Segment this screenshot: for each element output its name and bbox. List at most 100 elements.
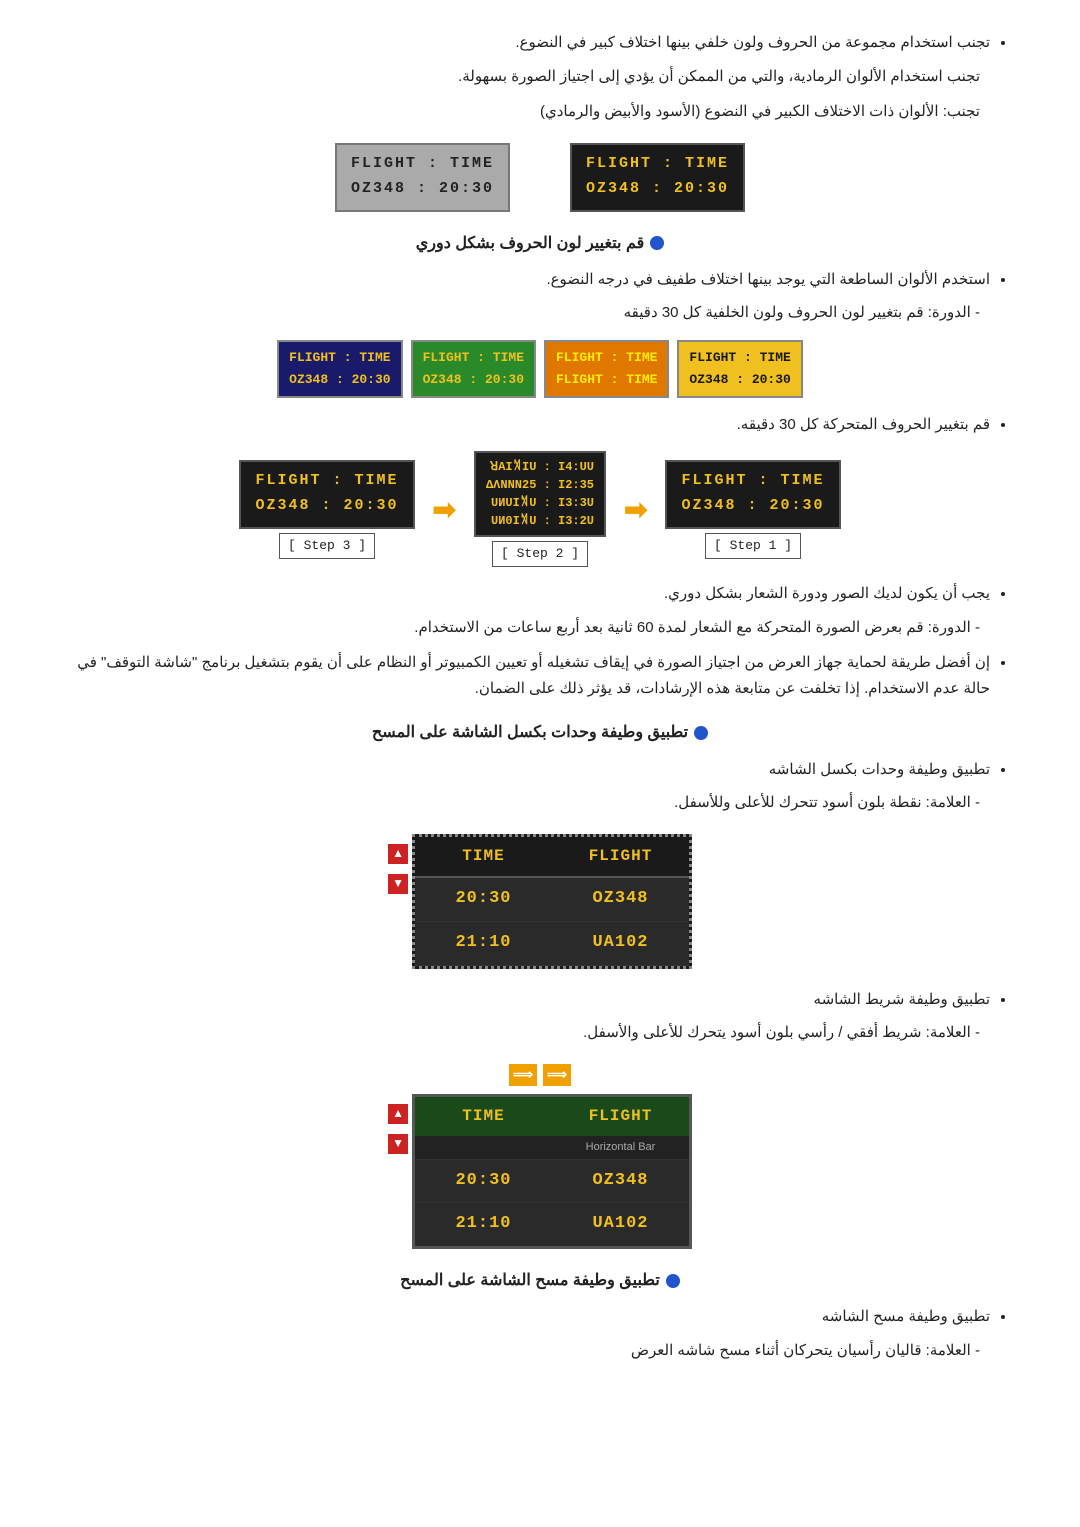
section1-dot [650,236,664,250]
section2-title: تطبيق وطيفة وحدات بكسل الشاشة على المسح [372,719,688,746]
section4-indent: - العلامة: قاليان رأسيان يتحركان أثناء م… [60,1338,1020,1364]
scroll2-down-arrow: ▼ [388,1134,408,1154]
blue-box-r2: OZ348 : 20:30 [289,369,390,391]
section1-bullet3-list: إن أفضل طريقة لحماية جهاز العرض من اجتيا… [60,650,1020,701]
screen2-table-with-scroll: FLIGHT TIME Horizontal Bar OZ348 20:30 U… [388,1094,692,1250]
section1-bullet2: قم بتغيير الحروف المتحركة كل 30 دقيقه. [60,412,990,438]
step1-arrow: ➡ [624,486,647,534]
screen2-demo: ⟹ ⟹ FLIGHT TIME Horizontal Bar OZ348 20:… [60,1064,1020,1250]
hbar-arrows: ⟹ ⟹ [388,1064,692,1086]
step1-box: FLIGHT : TIME OZ348 : 20:30 [665,460,840,529]
section4-dot [666,1274,680,1288]
step2-scrambled-box: ꓤAI꓁IU : I4:UU ΔΛNNN25 : I2:35 UИUI꓁U : … [474,451,606,537]
section1-indent2: - الدورة: قم بعرض الصورة المتحركة مع الش… [60,615,1020,641]
orange-box-r2: FLIGHT : TIME [556,369,657,391]
screen2-col2-header: TIME [415,1097,552,1136]
dark-flight-box: FLIGHT : TIME OZ348 : 20:30 [570,143,745,212]
screen2-col1-header: FLIGHT [552,1097,689,1136]
hbar-arrow-left: ⟹ [543,1064,571,1086]
screen2-r1-c1: OZ348 [552,1159,689,1203]
screen1-col1-header: FLIGHT [552,837,689,876]
screen2-table: FLIGHT TIME Horizontal Bar OZ348 20:30 U… [412,1094,692,1250]
screen1-r1-c2: 20:30 [415,878,552,921]
section1-bullet-1: استخدم الألوان الساطعة التي يوجد بينها ا… [60,267,990,293]
section2-dot [694,726,708,740]
screen1-scrollbar: ▲ ▼ [388,834,408,894]
light-box-row2: OZ348 : 20:30 [351,176,494,202]
orange-box: FLIGHT : TIME FLIGHT : TIME [544,340,669,398]
step1-row1: FLIGHT : TIME [681,468,824,494]
screen1-r2-c2: 21:10 [415,922,552,965]
step3-row2: OZ348 : 20:30 [255,493,398,519]
yellow-box-r2: OZ348 : 20:30 [689,369,790,391]
step3-row1: FLIGHT : TIME [255,468,398,494]
section4-heading: تطبيق وطيفة مسح الشاشة على المسح [60,1267,1020,1294]
section4-bullet-list: تطبيق وطيفة مسح الشاشه [60,1304,1020,1330]
scrambled-r2: ΔΛNNN25 : I2:35 [486,476,594,494]
comparison-boxes: FLIGHT : TIME OZ348 : 20:30 FLIGHT : TIM… [60,143,1020,212]
section1-bullet3: إن أفضل طريقة لحماية جهاز العرض من اجتيا… [60,650,990,701]
yellow-box: FLIGHT : TIME OZ348 : 20:30 [677,340,802,398]
hbar-arrow-right: ⟹ [509,1064,537,1086]
light-box-row1: FLIGHT : TIME [351,151,494,177]
step2-block: ꓤAI꓁IU : I4:UU ΔΛNNN25 : I2:35 UИUI꓁U : … [474,451,606,567]
section1-indent: - الدورة: قم بتغيير لون الحروف ولون الخل… [60,300,1020,326]
section2-heading: تطبيق وطيفة وحدات بكسل الشاشة على المسح [60,719,1020,746]
hbar-label-row: Horizontal Bar [415,1136,689,1159]
green-box-r2: OZ348 : 20:30 [423,369,524,391]
section1-bullet-img: يجب أن يكون لديك الصور ودورة الشعار بشكل… [60,581,990,607]
scrambled-r1: ꓤAI꓁IU : I4:UU [486,458,594,476]
section2-bullet-list: تطبيق وطيفة وحدات بكسل الشاشه [60,757,1020,783]
screen2-row1: OZ348 20:30 [415,1159,689,1203]
scroll-down-arrow: ▼ [388,874,408,894]
indent-1: تجنب استخدام الألوان الرمادية، والتي من … [60,64,1020,90]
scrambled-r4: UИ0I꓁U : I3:2U [486,512,594,530]
screen2-scrollbar: ▲ ▼ [388,1094,408,1154]
step2-label: [ Step 2 ] [492,541,588,567]
four-color-boxes: FLIGHT : TIME OZ348 : 20:30 FLIGHT : TIM… [60,340,1020,398]
screen2-r2-c1: UA102 [552,1202,689,1246]
hbar-label-text: Horizontal Bar [552,1136,689,1159]
section4-title: تطبيق وطيفة مسح الشاشة على المسح [400,1267,660,1294]
scroll-up-arrow: ▲ [388,844,408,864]
screen2-row2: UA102 21:10 [415,1202,689,1246]
bullet-1: تجنب استخدام مجموعة من الحروف ولون خلفي … [60,30,990,56]
screen1-header: FLIGHT TIME [415,837,689,878]
section1-title: قم بتغيير لون الحروف بشكل دوري [416,230,644,257]
section1-bullet2-list2: يجب أن يكون لديك الصور ودورة الشعار بشكل… [60,581,1020,607]
indent-2: تجنب: الألوان ذات الاختلاف الكبير في الن… [60,99,1020,125]
green-box-r1: FLIGHT : TIME [423,347,524,369]
steps-row: FLIGHT : TIME OZ348 : 20:30 [ Step 1 ] ➡… [60,451,1020,567]
dark-box-row1: FLIGHT : TIME [586,151,729,177]
scroll2-up-arrow: ▲ [388,1104,408,1124]
light-flight-box: FLIGHT : TIME OZ348 : 20:30 [335,143,510,212]
top-bullets-section: تجنب استخدام مجموعة من الحروف ولون خلفي … [60,30,1020,125]
screen1-demo: FLIGHT TIME OZ348 20:30 UA102 21:10 ▲ ▼ [60,834,1020,969]
step1-label: [ Step 1 ] [705,533,801,559]
step2-arrow: ➡ [433,486,456,534]
screen1-table: FLIGHT TIME OZ348 20:30 UA102 21:10 [412,834,692,969]
section3-bullet1: تطبيق وطيفة شريط الشاشه [60,987,990,1013]
screen2-outer: ⟹ ⟹ FLIGHT TIME Horizontal Bar OZ348 20:… [388,1064,692,1250]
scrambled-r3: UИUI꓁U : I3:3U [486,494,594,512]
section3-indent: - العلامة: شريط أفقي / رأسي بلون أسود يت… [60,1020,1020,1046]
screen2-r2-c2: 21:10 [415,1202,552,1246]
section2-bullet1: تطبيق وطيفة وحدات بكسل الشاشه [60,757,990,783]
page-content: تجنب استخدام مجموعة من الحروف ولون خلفي … [60,30,1020,1363]
step1-row2: OZ348 : 20:30 [681,493,824,519]
section1-bullet2-list: قم بتغيير الحروف المتحركة كل 30 دقيقه. [60,412,1020,438]
blue-box: FLIGHT : TIME OZ348 : 20:30 [277,340,402,398]
section3-bullet-list: تطبيق وطيفة شريط الشاشه [60,987,1020,1013]
blue-box-r1: FLIGHT : TIME [289,347,390,369]
step1-block: FLIGHT : TIME OZ348 : 20:30 [ Step 1 ] [665,460,840,559]
hbar-label-empty [415,1136,552,1159]
section4-bullet1: تطبيق وطيفة مسح الشاشه [60,1304,990,1330]
step3-label: [ Step 3 ] [279,533,375,559]
green-box: FLIGHT : TIME OZ348 : 20:30 [411,340,536,398]
dark-box-row2: OZ348 : 20:30 [586,176,729,202]
step3-block: FLIGHT : TIME OZ348 : 20:30 [ Step 3 ] [239,460,414,559]
step3-box: FLIGHT : TIME OZ348 : 20:30 [239,460,414,529]
section1-bullet-list: استخدم الألوان الساطعة التي يوجد بينها ا… [60,267,1020,293]
screen2-r1-c2: 20:30 [415,1159,552,1203]
section2-indent: - العلامة: نقطة بلون أسود تتحرك للأعلى و… [60,790,1020,816]
